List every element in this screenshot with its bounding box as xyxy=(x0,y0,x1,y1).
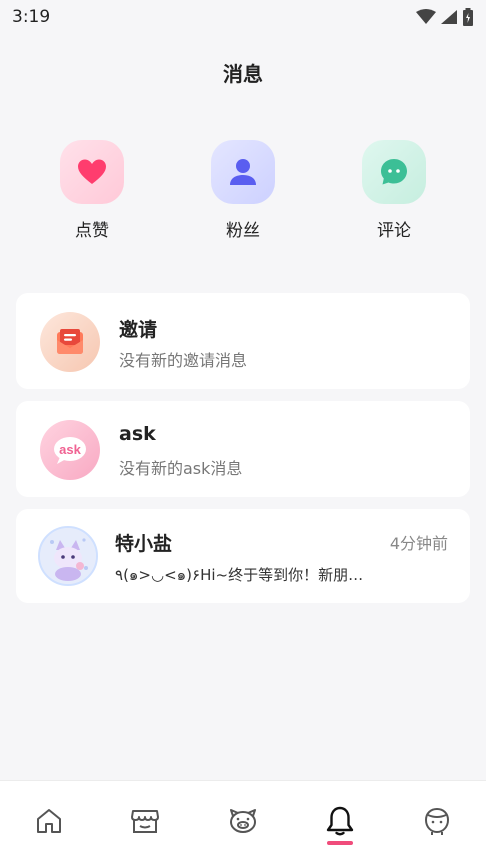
comments-shortcut[interactable]: 评论 xyxy=(344,140,444,241)
status-time: 3:19 xyxy=(12,7,51,27)
invite-message-card[interactable]: 邀请 没有新的邀请消息 xyxy=(16,293,470,389)
tab-store[interactable] xyxy=(125,801,165,841)
profile-face-icon xyxy=(424,807,450,835)
comments-label: 评论 xyxy=(377,221,411,241)
person-icon xyxy=(230,159,256,185)
ask-subtitle: 没有新的ask消息 xyxy=(119,459,243,478)
status-icons xyxy=(416,8,474,26)
bottom-tab-bar xyxy=(0,780,486,864)
tab-home[interactable] xyxy=(29,801,69,841)
chat-preview: ٩(๑>◡<๑)۶Hi~终于等到你！新朋… xyxy=(115,566,364,584)
ask-title: ask xyxy=(119,423,156,445)
invite-subtitle: 没有新的邀请消息 xyxy=(119,351,248,370)
ask-avatar: ask xyxy=(40,420,100,480)
heart-icon xyxy=(78,159,106,184)
comments-tile[interactable] xyxy=(362,140,426,204)
fans-label: 粉丝 xyxy=(226,221,260,241)
invite-title: 邀请 xyxy=(119,319,158,341)
likes-shortcut[interactable]: 点赞 xyxy=(42,140,142,241)
ask-icon: ask xyxy=(54,437,86,464)
battery-icon xyxy=(463,8,473,26)
pig-face-icon xyxy=(230,809,256,833)
cellular-signal-icon xyxy=(441,10,457,24)
bell-icon xyxy=(326,806,354,836)
user-avatar[interactable] xyxy=(38,526,98,586)
tab-profile[interactable] xyxy=(417,801,457,841)
home-icon xyxy=(37,809,61,833)
fans-shortcut[interactable]: 粉丝 xyxy=(193,140,293,241)
status-bar: 3:19 xyxy=(0,0,486,34)
chat-sender-name: 特小盐 xyxy=(115,533,173,555)
invite-avatar xyxy=(40,312,100,372)
page-title: 消息 xyxy=(223,62,263,86)
fans-tile[interactable] xyxy=(211,140,275,204)
shortcut-row: 点赞 粉丝 评论 xyxy=(0,140,486,250)
likes-tile[interactable] xyxy=(60,140,124,204)
chat-bubble-icon xyxy=(381,159,407,185)
chat-message-card[interactable]: 特小盐 4分钟前 ٩(๑>◡<๑)۶Hi~终于等到你！新朋… xyxy=(16,509,470,603)
user-avatar-image xyxy=(40,528,96,584)
tab-messages[interactable] xyxy=(320,801,360,841)
chat-time: 4分钟前 xyxy=(389,534,448,553)
active-tab-indicator xyxy=(327,841,353,845)
invitation-icon xyxy=(57,329,83,354)
wifi-icon xyxy=(416,9,436,24)
likes-label: 点赞 xyxy=(75,221,109,241)
ask-icon-text: ask xyxy=(59,442,81,457)
ask-message-card[interactable]: ask ask 没有新的ask消息 xyxy=(16,401,470,497)
store-icon xyxy=(131,810,159,833)
tab-pet[interactable] xyxy=(223,801,263,841)
